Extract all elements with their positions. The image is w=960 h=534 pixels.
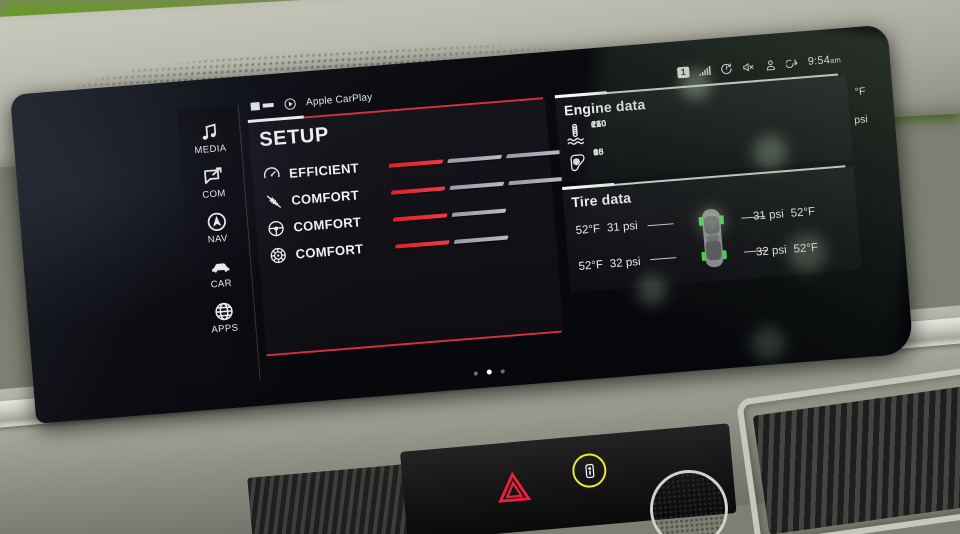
infotainment-display[interactable]: MEDIA COM NAV CAR APPS Apple CarPlay SET… [10, 24, 914, 424]
setup-panel-body: SETUP EFFICIENT COMFORT COMFORT COMFORT [248, 99, 564, 355]
apple-carplay-logo-icon [283, 97, 297, 111]
tire-pressure: 32 psi [609, 255, 642, 271]
sidebar-item-label: NAV [207, 233, 229, 246]
sidebar-item-car[interactable]: CAR [190, 253, 251, 292]
tire-temp: 52°F [793, 241, 819, 256]
music-note-icon [197, 120, 221, 144]
mute-speaker-icon [742, 60, 756, 74]
signal-bars-icon [698, 63, 712, 77]
right-column: 1 9:54am Engine data 160 210 270 °F 0 15… [553, 50, 868, 293]
tire-pressure: 31 psi [752, 208, 785, 223]
page-dot[interactable] [500, 368, 505, 374]
speech-bubble-icon [201, 165, 225, 189]
dashboard-photo-scene: MEDIA COM NAV CAR APPS Apple CarPlay SET… [0, 0, 960, 534]
oil-gauge-unit: psi [853, 113, 869, 127]
infotainment-ui: MEDIA COM NAV CAR APPS Apple CarPlay SET… [176, 50, 868, 388]
main-sidebar: MEDIA COM NAV CAR APPS [176, 104, 261, 385]
sidebar-item-com[interactable]: COM [183, 164, 244, 203]
sidebar-item-apps[interactable]: APPS [194, 298, 255, 337]
wheel-rotor-icon [268, 245, 288, 265]
carplay-label: Apple CarPlay [305, 91, 373, 108]
setup-panel: Apple CarPlay SETUP EFFICIENT COMFORT CO… [246, 74, 566, 379]
hazard-lights-button[interactable] [495, 471, 532, 504]
tire-temp: 52°F [575, 223, 601, 238]
clock-ampm: am [829, 55, 842, 66]
coolant-temperature-icon [565, 122, 586, 147]
page-dot-active[interactable] [486, 369, 492, 375]
tire-temp: 52°F [578, 259, 604, 273]
sidebar-item-label: APPS [211, 322, 239, 336]
coolant-gauge-unit: °F [854, 85, 866, 99]
tire-front-left-values: 52°F 31 psi [573, 217, 680, 237]
status-badge: 1 [676, 65, 690, 78]
tire-temp: 52°F [790, 205, 816, 220]
bluetooth-phone-icon [785, 56, 799, 70]
drive-mode-segments[interactable] [392, 208, 507, 222]
shock-absorber-icon [264, 191, 284, 211]
car-icon [208, 255, 232, 279]
driver-profile-icon [763, 58, 777, 72]
tire-rear-left-values: 52°F 32 psi [576, 253, 683, 273]
gauge-max-label: 30 [593, 146, 604, 158]
door-lock-icon [584, 463, 594, 478]
gauge-max-label: 270 [590, 118, 607, 130]
steering-wheel-icon [266, 218, 286, 238]
tire-rear-right-values: 32 psi 52°F [746, 239, 853, 259]
tire-front-right-values: 31 psi 52°F [743, 203, 850, 223]
central-door-lock-button[interactable] [570, 452, 608, 489]
globe-grid-icon [212, 300, 236, 324]
tire-pressure: 32 psi [755, 244, 788, 259]
tire-pressure: 31 psi [606, 220, 639, 235]
split-screen-layout-icon[interactable] [250, 101, 274, 111]
drive-mode-label: COMFORT [292, 214, 362, 235]
navigation-compass-icon [204, 210, 228, 234]
car-top-view-icon [694, 206, 731, 270]
drive-mode-segments[interactable] [390, 176, 563, 195]
tire-data-card: Tire data 52°F 31 psi 31 psi 52°F 52°F 3… [562, 165, 862, 293]
efficiency-gauge-icon [262, 165, 282, 185]
drive-mode-segments[interactable] [388, 149, 561, 168]
sidebar-item-label: COM [202, 188, 227, 201]
oil-pressure-icon [567, 150, 588, 175]
page-indicator[interactable] [473, 368, 505, 376]
clock: 9:54am [807, 53, 841, 68]
drive-mode-label: COMFORT [295, 241, 364, 262]
hazard-triangle-icon [498, 471, 532, 503]
drive-mode-label: EFFICIENT [288, 160, 360, 181]
sidebar-item-label: CAR [210, 277, 233, 291]
drive-mode-segments[interactable] [394, 234, 509, 249]
page-dot[interactable] [473, 370, 478, 376]
sidebar-item-nav[interactable]: NAV [187, 209, 248, 248]
timer-icon [720, 61, 734, 75]
clock-time: 9:54 [807, 54, 831, 68]
sidebar-item-media[interactable]: MEDIA [179, 119, 240, 158]
sidebar-item-label: MEDIA [194, 142, 227, 157]
drive-mode-label: COMFORT [290, 187, 360, 208]
engine-data-card: Engine data 160 210 270 °F 0 15 30 psi [554, 73, 868, 184]
